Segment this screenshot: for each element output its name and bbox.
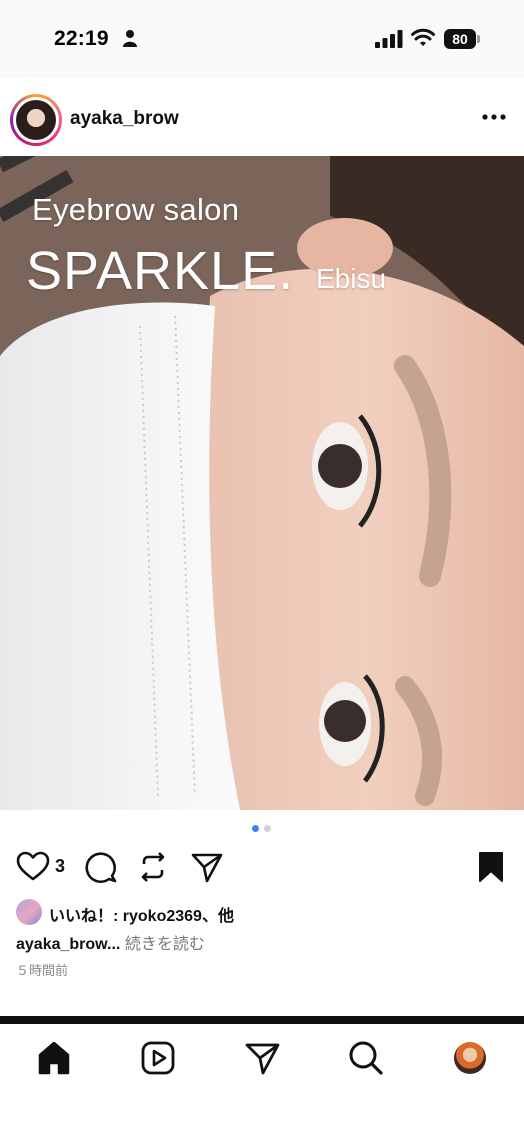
image-text-brand: SPARKLE. (26, 241, 295, 301)
nav-divider (0, 1016, 524, 1024)
image-text-location: Ebisu (316, 263, 387, 294)
direct-icon[interactable] (242, 1038, 282, 1078)
heart-icon[interactable] (16, 850, 50, 884)
repost-icon[interactable] (136, 850, 170, 884)
send-icon[interactable] (190, 850, 224, 884)
search-icon[interactable] (346, 1038, 386, 1078)
story-ring-avatar[interactable] (10, 94, 62, 146)
comment-icon[interactable] (84, 850, 118, 884)
status-bar: 22:19 80 (0, 0, 524, 78)
post-actions: 3 (0, 846, 524, 888)
liker-avatar (16, 899, 42, 925)
like-count[interactable]: 3 (55, 856, 65, 877)
likes-text: いいね！: ryoko2369、他 (49, 908, 234, 925)
post-caption: ayaka_brow... 続きを読む (16, 930, 205, 954)
bottom-nav (0, 1024, 524, 1136)
battery-icon: 80 (444, 29, 480, 49)
person-icon (123, 30, 137, 47)
avatar (16, 100, 56, 140)
post-header: ayaka_brow (0, 78, 524, 156)
post-timestamp: ５時間前 (16, 963, 69, 978)
post-username[interactable]: ayaka_brow (70, 108, 179, 130)
wifi-icon (411, 28, 435, 46)
carousel-dot (264, 825, 271, 832)
profile-avatar[interactable] (450, 1038, 490, 1078)
image-text-title: Eyebrow salon (32, 192, 240, 227)
home-icon[interactable] (34, 1038, 74, 1078)
carousel-dot-active (252, 825, 259, 832)
caption-username[interactable]: ayaka_brow... (16, 936, 120, 953)
read-more-link[interactable]: 続きを読む (125, 936, 205, 953)
reels-icon[interactable] (138, 1038, 178, 1078)
status-time: 22:19 (54, 27, 109, 50)
profile-avatar-image (454, 1042, 486, 1074)
signal-icon (375, 30, 403, 48)
bookmark-icon[interactable] (474, 850, 508, 884)
carousel-indicator (250, 825, 274, 833)
ellipsis-icon[interactable] (480, 110, 508, 124)
battery-level: 80 (444, 29, 476, 49)
likes-summary[interactable]: いいね！: ryoko2369、他 (16, 898, 496, 926)
